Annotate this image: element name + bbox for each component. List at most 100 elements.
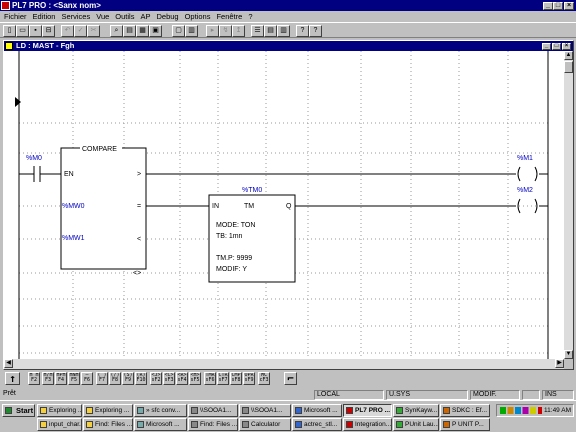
taskbar-button[interactable]: Calculator [239,418,291,431]
palette-button[interactable]: (S) F9 [122,372,134,385]
redo-icon[interactable]: ✓ [74,25,87,37]
context-help-icon[interactable]: ? [309,25,322,37]
menu-fichier[interactable]: Fichier [4,11,27,22]
palette-key: sF5 [190,377,200,383]
palette-button[interactable]: — F6 [81,372,93,385]
help-icon[interactable]: ? [296,25,309,37]
menu-outils[interactable]: Outils [115,11,134,22]
palette-button[interactable]: HPH F4 [55,372,67,385]
editor-vertical-scrollbar[interactable]: ▲ ▼ [564,51,573,359]
taskbar-button[interactable]: PL7 PRO ... [343,404,392,417]
compare-operand-mw1[interactable]: %MW1 [62,235,85,242]
cascade-icon[interactable]: ▤ [264,25,277,37]
scroll-thumb[interactable] [564,61,573,73]
taskbar-button[interactable]: PUnit Lau... [393,418,439,431]
close-button[interactable]: × [564,1,574,10]
rung-cursor [15,97,21,107]
new-icon[interactable]: ▯ [3,25,16,37]
tray-icons[interactable] [500,407,542,414]
taskbar-button[interactable]: SynKayw... [393,404,439,417]
palette-pointer-icon[interactable]: ↑ [5,372,20,385]
contact-m0[interactable] [33,166,41,182]
palette-step-icon[interactable]: ⌐ [284,372,297,385]
start-button[interactable]: Start [2,404,35,417]
coil-m1[interactable] [517,166,538,182]
taskbar-button[interactable]: input_char... [37,418,82,431]
status-modif: MODIF. [470,390,520,400]
task-label: input_char... [49,421,82,428]
palette-button[interactable]: CMP sF8 [230,372,242,385]
taskbar-button[interactable]: SDKC : Ef... [440,404,490,417]
cut-icon[interactable]: ✂ [87,25,100,37]
editor-horizontal-scrollbar[interactable]: ◀ ▶ [4,359,564,369]
open-icon[interactable]: ▭ [16,25,29,37]
taskbar-button[interactable]: Find: Files ... [83,418,133,431]
task-label: PUnit Lau... [405,421,439,428]
palette-key: F4 [57,377,65,383]
menu-fenetre[interactable]: Fenêtre [216,11,242,22]
task-label: Microsoft ... [304,407,338,414]
save-icon[interactable]: ▪ [29,25,42,37]
menu-services[interactable]: Services [61,11,90,22]
find-icon[interactable]: ⌕ [110,25,123,37]
timer-in-label: IN [212,203,219,210]
editor-maximize-button[interactable]: □ [552,42,561,50]
taskbar-button[interactable]: Microsoft ... [292,404,342,417]
menu-help[interactable]: ? [248,11,252,22]
palette-button[interactable]: ( ) F7 [96,372,108,385]
timer-modif: MODIF: Y [216,266,247,273]
menu-vue[interactable]: Vue [96,11,109,22]
window-icon[interactable]: ▥ [277,25,290,37]
taskbar-button[interactable]: P UNIT P... [440,418,490,431]
palette-button[interactable]: <R> sF4 [176,372,188,385]
taskbar-button[interactable]: Exploring ... [83,404,133,417]
editor-minimize-button[interactable]: _ [542,42,551,50]
scroll-right-icon[interactable]: ▶ [555,359,564,368]
zoom-icon[interactable]: ▣ [149,25,162,37]
palette-button[interactable]: HNH F5 [68,372,80,385]
stop-icon[interactable]: ↥ [232,25,245,37]
palette-button[interactable]: MC cF3 [258,372,270,385]
tile-icon[interactable]: ☰ [251,25,264,37]
ladder-canvas[interactable]: %M0 COMPARE EN > = < <> %MW0 %MW1 %M1 %T… [4,51,564,359]
taskbar-button[interactable]: \\SOOA1... [239,404,291,417]
taskbar-button[interactable]: Microsoft ... [134,418,187,431]
connect-icon[interactable]: ▸ [206,25,219,37]
palette-button[interactable]: (R) F10 [135,372,147,385]
menu-options[interactable]: Options [185,11,211,22]
taskbar-button[interactable]: \\SOOA1... [188,404,238,417]
browse-icon[interactable]: ▤ [123,25,136,37]
status-ins: INS [542,390,574,400]
variables-icon[interactable]: ▦ [136,25,149,37]
taskbar-button[interactable]: Find: Files ... [188,418,238,431]
maximize-button[interactable]: □ [553,1,563,10]
palette-button[interactable]: CTR sF7 [217,372,229,385]
taskbar-button[interactable]: actrec_stl... [292,418,342,431]
editor-close-button[interactable]: × [562,42,571,50]
palette-button[interactable]: (/) F8 [109,372,121,385]
scroll-down-icon[interactable]: ▼ [564,350,573,359]
build-icon[interactable]: ▢ [172,25,185,37]
task-label: Find: Files ... [95,421,133,428]
minimize-button[interactable]: _ [543,1,553,10]
palette-button[interactable]: <J> sF2 [150,372,162,385]
taskbar-button[interactable]: Exploring ... [37,404,82,417]
scroll-up-icon[interactable]: ▲ [564,51,573,60]
palette-button[interactable]: <C> sF3 [163,372,175,385]
palette-button[interactable]: <H> sF5 [189,372,201,385]
menu-debug[interactable]: Debug [156,11,178,22]
taskbar-button[interactable]: Integration... [343,418,392,431]
palette-button[interactable]: H/H F3 [42,372,54,385]
print-icon[interactable]: ⊟ [42,25,55,37]
menu-edition[interactable]: Edition [33,11,56,22]
menu-ap[interactable]: AP [140,11,150,22]
palette-button[interactable]: OPR sF9 [243,372,255,385]
transfer-icon[interactable]: ▥ [185,25,198,37]
undo-icon[interactable]: ↶ [61,25,74,37]
palette-button[interactable]: H H F2 [28,372,40,385]
taskbar-button[interactable]: » sfc conv... [134,404,187,417]
scroll-left-icon[interactable]: ◀ [4,359,13,368]
palette-button[interactable]: TMR sF6 [204,372,216,385]
run-icon[interactable]: ↯ [219,25,232,37]
compare-operand-mw0[interactable]: %MW0 [62,203,85,210]
